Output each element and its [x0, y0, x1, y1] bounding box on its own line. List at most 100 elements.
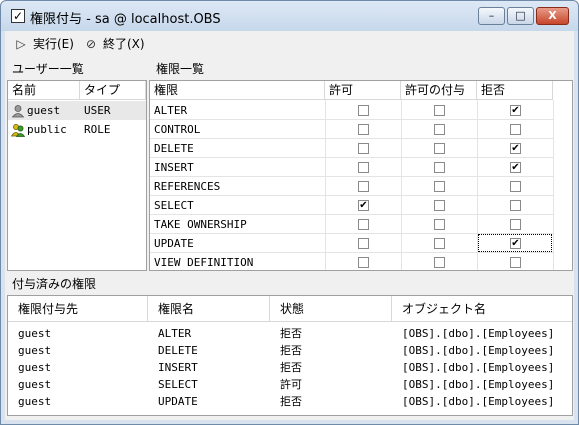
object-name-cell: [OBS].[dbo].[Employees] — [402, 378, 555, 391]
users-section-title: ユーザー一覧 — [12, 62, 84, 76]
column-header-permission-name[interactable]: 権限名 — [148, 296, 270, 322]
column-header-grantee[interactable]: 権限付与先 — [8, 296, 148, 322]
toolbar: ▷ 実行(E) ⊘ 終了(X) — [5, 31, 574, 57]
grant-checkbox[interactable] — [358, 143, 369, 154]
granted-row[interactable]: guest UPDATE 拒否 [OBS].[dbo].[Employees] — [8, 393, 572, 410]
grant-checkbox[interactable] — [358, 257, 369, 268]
column-header-name[interactable]: 名前 — [8, 81, 80, 100]
users-list[interactable]: 名前 タイプ guest USER public ROLE — [7, 80, 147, 271]
permission-name: VIEW DEFINITION — [154, 256, 254, 269]
permission-row[interactable]: SELECT ✔ — [150, 196, 553, 215]
permission-name-cell: UPDATE — [158, 395, 198, 408]
state-cell: 拒否 — [280, 327, 302, 340]
grantee-cell: guest — [18, 344, 52, 357]
user-name: public — [27, 123, 67, 136]
group-icon — [11, 124, 25, 137]
permission-name: REFERENCES — [154, 180, 221, 193]
permission-name: SELECT — [154, 199, 194, 212]
user-type: USER — [84, 104, 111, 117]
state-cell: 拒否 — [280, 361, 302, 374]
user-name: guest — [27, 104, 61, 117]
granted-permissions-list[interactable]: 権限付与先 権限名 状態 オブジェクト名 guest ALTER 拒否 [OBS].[… — [7, 295, 573, 416]
permission-name-cell: DELETE — [158, 344, 198, 357]
column-header-grant[interactable]: 許可 — [325, 81, 401, 100]
window-checkbox-icon: ✓ — [11, 9, 25, 23]
permission-row[interactable]: DELETE ✔ — [150, 139, 553, 158]
deny-checkbox[interactable] — [510, 257, 521, 268]
grant-checkbox[interactable] — [358, 105, 369, 116]
client-area: ▷ 実行(E) ⊘ 終了(X) ユーザー一覧 権限一覧 名前 タイプ guest U… — [5, 31, 574, 420]
deny-checkbox[interactable]: ✔ — [510, 105, 521, 116]
user-row[interactable]: public ROLE — [8, 120, 146, 139]
object-name-cell: [OBS].[dbo].[Employees] — [402, 361, 555, 374]
with-grant-checkbox[interactable] — [434, 124, 445, 135]
permission-window: ✓ 権限付与 - sa @ localhost.OBS – □ X ▷ 実行(E)… — [0, 0, 579, 425]
permission-name: TAKE OWNERSHIP — [154, 218, 247, 231]
with-grant-checkbox[interactable] — [434, 181, 445, 192]
permission-name: INSERT — [154, 161, 194, 174]
permission-row[interactable]: INSERT ✔ — [150, 158, 553, 177]
deny-checkbox[interactable]: ✔ — [510, 143, 521, 154]
permission-name-cell: INSERT — [158, 361, 198, 374]
object-name-cell: [OBS].[dbo].[Employees] — [402, 395, 555, 408]
deny-checkbox[interactable] — [510, 181, 521, 192]
with-grant-checkbox[interactable] — [434, 105, 445, 116]
object-name-cell: [OBS].[dbo].[Employees] — [402, 344, 555, 357]
with-grant-checkbox[interactable] — [434, 143, 445, 154]
granted-row[interactable]: guest INSERT 拒否 [OBS].[dbo].[Employees] — [8, 359, 572, 376]
grant-checkbox[interactable] — [358, 162, 369, 173]
granted-row[interactable]: guest SELECT 許可 [OBS].[dbo].[Employees] — [8, 376, 572, 393]
minimize-button[interactable]: – — [478, 7, 505, 25]
with-grant-checkbox[interactable] — [434, 162, 445, 173]
permission-row[interactable]: REFERENCES — [150, 177, 553, 196]
deny-checkbox[interactable] — [510, 124, 521, 135]
grantee-cell: guest — [18, 395, 52, 408]
deny-checkbox[interactable] — [510, 200, 521, 211]
title-bar[interactable]: ✓ 権限付与 - sa @ localhost.OBS – □ X — [1, 1, 578, 31]
maximize-button[interactable]: □ — [507, 7, 534, 25]
permissions-grid[interactable]: 権限 許可 許可の付与 拒否 ALTER ✔ CONTROL DELETE ✔ INSER… — [149, 80, 573, 271]
column-header-type[interactable]: タイプ — [80, 81, 146, 100]
permission-name: DELETE — [154, 142, 194, 155]
exit-label: 終了(X) — [103, 37, 145, 51]
object-name-cell: [OBS].[dbo].[Employees] — [402, 327, 555, 340]
with-grant-checkbox[interactable] — [434, 257, 445, 268]
permission-row[interactable]: VIEW DEFINITION — [150, 253, 553, 270]
stop-icon: ⊘ — [85, 37, 97, 51]
user-type: ROLE — [84, 123, 111, 136]
with-grant-checkbox[interactable] — [434, 238, 445, 249]
permissions-section-title: 権限一覧 — [156, 62, 205, 76]
grantee-cell: guest — [18, 378, 52, 391]
granted-row[interactable]: guest ALTER 拒否 [OBS].[dbo].[Employees] — [8, 325, 572, 342]
permission-row[interactable]: CONTROL — [150, 120, 553, 139]
column-header-permission[interactable]: 権限 — [150, 81, 325, 100]
exit-button[interactable]: ⊘ 終了(X) — [83, 35, 145, 53]
grant-checkbox[interactable] — [358, 219, 369, 230]
deny-checkbox[interactable] — [510, 219, 521, 230]
grantee-cell: guest — [18, 327, 52, 340]
granted-row[interactable]: guest DELETE 拒否 [OBS].[dbo].[Employees] — [8, 342, 572, 359]
column-header-object-name[interactable]: オブジェクト名 — [392, 296, 572, 322]
run-button[interactable]: ▷ 実行(E) — [13, 35, 74, 53]
grant-checkbox[interactable] — [358, 181, 369, 192]
permission-row[interactable]: ALTER ✔ — [150, 101, 553, 120]
grant-checkbox[interactable]: ✔ — [358, 200, 369, 211]
user-row[interactable]: guest USER — [8, 101, 146, 120]
permission-name-cell: ALTER — [158, 327, 192, 340]
column-header-state[interactable]: 状態 — [270, 296, 392, 322]
permission-name-cell: SELECT — [158, 378, 198, 391]
granted-section-title: 付与済みの権限 — [12, 277, 97, 291]
focus-rectangle — [478, 234, 552, 252]
deny-checkbox[interactable]: ✔ — [510, 162, 521, 173]
play-icon: ▷ — [16, 37, 26, 51]
with-grant-checkbox[interactable] — [434, 200, 445, 211]
with-grant-checkbox[interactable] — [434, 219, 445, 230]
state-cell: 拒否 — [280, 344, 302, 357]
permission-row[interactable]: TAKE OWNERSHIP — [150, 215, 553, 234]
column-header-deny[interactable]: 拒否 — [477, 81, 553, 100]
state-cell: 許可 — [280, 378, 302, 391]
grant-checkbox[interactable] — [358, 238, 369, 249]
grant-checkbox[interactable] — [358, 124, 369, 135]
close-button[interactable]: X — [536, 7, 569, 25]
column-header-with-grant[interactable]: 許可の付与 — [401, 81, 477, 100]
